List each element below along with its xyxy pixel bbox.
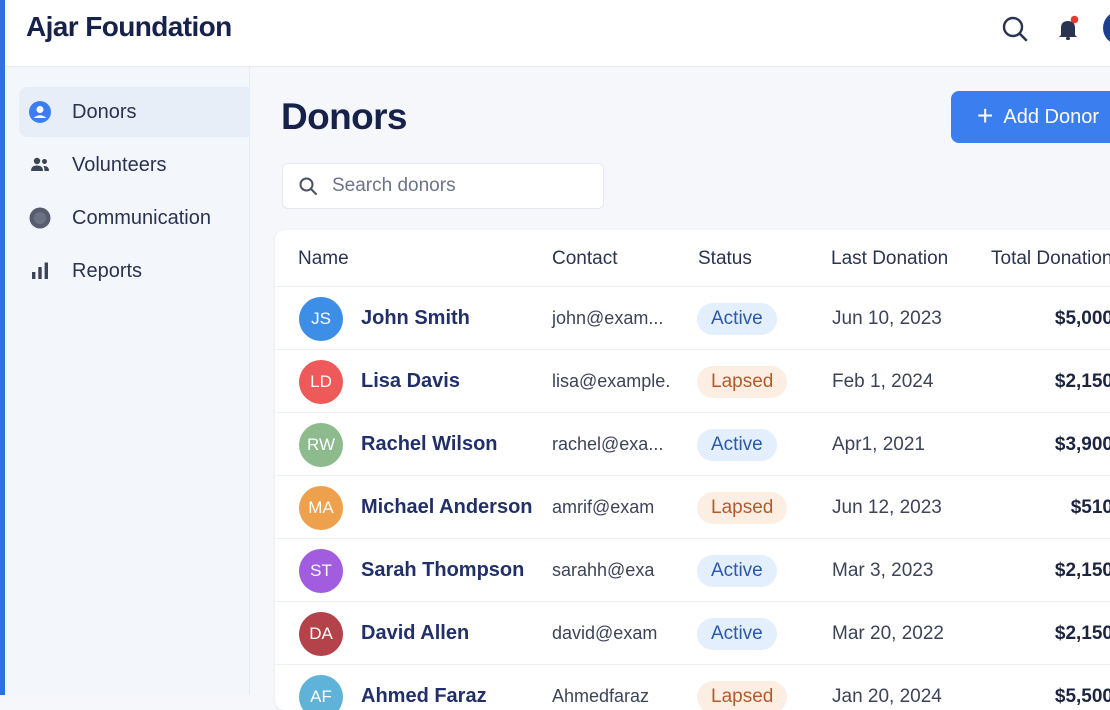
table-row[interactable]: JS John Smith john@exam... Active Jun 10, 20… (275, 286, 1110, 350)
table-row[interactable]: LD Lisa Davis lisa@example. Lapsed Feb 1, 20… (275, 349, 1110, 413)
circle-icon (27, 205, 53, 231)
search-icon[interactable] (1000, 14, 1030, 44)
total-donations-amount: $2,150 (991, 350, 1110, 413)
donor-name[interactable]: David Allen (361, 622, 469, 645)
last-donation-date: Apr1, 2021 (832, 413, 925, 476)
donor-avatar: LD (299, 360, 343, 404)
status-cell: Active (697, 602, 777, 665)
bar-chart-icon (27, 258, 53, 284)
donor-contact: lisa@example. (552, 350, 670, 413)
sidebar-item-volunteers[interactable]: Volunteers (19, 140, 249, 190)
name-cell: JS John Smith (299, 287, 470, 350)
total-donations-amount: $5,000 (991, 287, 1110, 350)
donor-name[interactable]: Rachel Wilson (361, 433, 498, 456)
donor-name[interactable]: Michael Anderson (361, 496, 533, 519)
donor-contact: amrif@exam (552, 476, 654, 539)
donor-avatar: DA (299, 612, 343, 656)
donor-contact: david@exam (552, 602, 657, 665)
status-badge: Active (697, 303, 777, 335)
last-donation-date: Feb 1, 2024 (832, 350, 933, 413)
add-donor-button[interactable]: + Add Donor (951, 91, 1110, 143)
sidebar-item-label: Reports (72, 260, 142, 283)
status-badge: Lapsed (697, 681, 787, 710)
top-bar: Ajar Foundation (5, 0, 1110, 67)
last-donation-date: Jun 12, 2023 (832, 476, 942, 539)
table-row[interactable]: DA David Allen david@exam Active Mar 20, 202… (275, 601, 1110, 665)
last-donation-date: Mar 3, 2023 (832, 539, 933, 602)
column-header-name[interactable]: Name (298, 248, 349, 270)
donor-name[interactable]: Sarah Thompson (361, 559, 524, 582)
donor-avatar: ST (299, 549, 343, 593)
table-row[interactable]: RW Rachel Wilson rachel@exa... Active Apr1, … (275, 412, 1110, 476)
status-cell: Active (697, 413, 777, 476)
notification-bell-icon[interactable] (1053, 14, 1083, 44)
donor-avatar: RW (299, 423, 343, 467)
total-donations-amount: $2,150 (991, 539, 1110, 602)
name-cell: ST Sarah Thompson (299, 539, 524, 602)
status-cell: Active (697, 539, 777, 602)
donor-contact: sarahh@exa (552, 539, 654, 602)
donor-avatar: JS (299, 297, 343, 341)
column-header-last-donation[interactable]: Last Donation (831, 248, 948, 270)
donor-name[interactable]: Ahmed Faraz (361, 685, 487, 708)
plus-icon: + (977, 102, 993, 130)
donor-contact: Ahmedfaraz (552, 665, 649, 710)
user-circle-icon (27, 99, 53, 125)
total-donations-amount: $510 (991, 476, 1110, 539)
total-donations-amount: $3,900 (991, 413, 1110, 476)
last-donation-date: Jan 20, 2024 (832, 665, 942, 710)
sidebar-item-label: Donors (72, 101, 136, 124)
status-badge: Lapsed (697, 366, 787, 398)
donor-name[interactable]: Lisa Davis (361, 370, 460, 393)
status-cell: Active (697, 287, 777, 350)
total-donations-amount: $2,150 (991, 602, 1110, 665)
column-header-status[interactable]: Status (698, 248, 752, 270)
name-cell: DA David Allen (299, 602, 469, 665)
status-badge: Active (697, 429, 777, 461)
users-icon (27, 152, 53, 178)
donor-contact: john@exam... (552, 287, 663, 350)
column-header-contact[interactable]: Contact (552, 248, 617, 270)
donor-avatar: AF (299, 675, 343, 710)
name-cell: MA Michael Anderson (299, 476, 533, 539)
status-cell: Lapsed (697, 665, 787, 710)
status-badge: Active (697, 555, 777, 587)
sidebar-item-label: Volunteers (72, 154, 167, 177)
column-header-total-donations[interactable]: Total Donations (991, 248, 1110, 270)
table-row[interactable]: ST Sarah Thompson sarahh@exa Active Mar 3, 2… (275, 538, 1110, 602)
user-avatar[interactable] (1103, 11, 1110, 45)
name-cell: RW Rachel Wilson (299, 413, 498, 476)
donor-name[interactable]: John Smith (361, 307, 470, 330)
sidebar-item-label: Communication (72, 207, 211, 230)
sidebar-item-communication[interactable]: Communication (19, 193, 249, 243)
donors-table: Name Contact Status Last Donation Total … (275, 230, 1110, 710)
total-donations-amount: $5,500 (991, 665, 1110, 710)
status-badge: Active (697, 618, 777, 650)
sidebar: Donors Volunteers Communication Reports (5, 67, 250, 695)
last-donation-date: Jun 10, 2023 (832, 287, 942, 350)
search-icon (298, 176, 318, 196)
status-cell: Lapsed (697, 476, 787, 539)
status-cell: Lapsed (697, 350, 787, 413)
donor-avatar: MA (299, 486, 343, 530)
search-box[interactable] (282, 163, 604, 209)
last-donation-date: Mar 20, 2022 (832, 602, 944, 665)
name-cell: AF Ahmed Faraz (299, 665, 487, 710)
app-title: Ajar Foundation (26, 11, 232, 43)
donor-contact: rachel@exa... (552, 413, 663, 476)
name-cell: LD Lisa Davis (299, 350, 460, 413)
status-badge: Lapsed (697, 492, 787, 524)
table-row[interactable]: MA Michael Anderson amrif@exam Lapsed Jun 12… (275, 475, 1110, 539)
sidebar-item-donors[interactable]: Donors (19, 87, 249, 137)
add-donor-button-label: Add Donor (1003, 106, 1099, 129)
page-title: Donors (281, 96, 407, 138)
sidebar-item-reports[interactable]: Reports (19, 246, 249, 296)
search-input[interactable] (330, 174, 584, 198)
table-row[interactable]: AF Ahmed Faraz Ahmedfaraz Lapsed Jan 20, 202… (275, 664, 1110, 710)
